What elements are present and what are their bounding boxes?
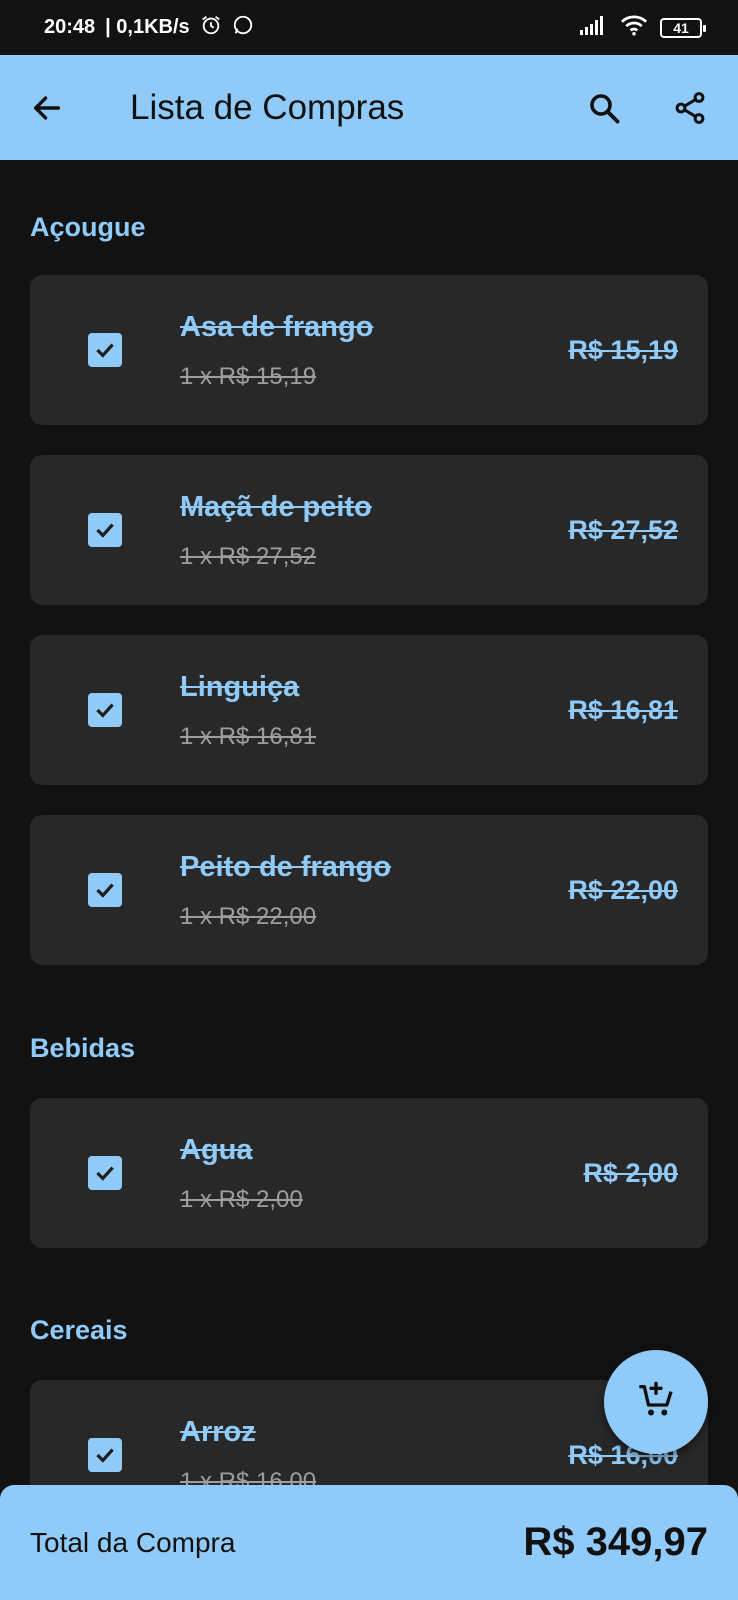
app-bar: Lista de Compras [0,55,738,160]
add-to-cart-button[interactable] [604,1350,708,1454]
wifi-icon [620,14,648,42]
section-title: Bebidas [30,1033,136,1063]
list-item[interactable]: Asa de frango 1 x R$ 15,19 R$ 15,19 [30,275,708,425]
list-item[interactable]: Linguiça 1 x R$ 16,81 R$ 16,81 [30,635,708,785]
item-quantity: 1 x R$ 16,81 [180,723,317,750]
item-quantity: 1 x R$ 2,00 [180,1186,303,1213]
item-name: Arroz [180,1416,256,1448]
status-time: 20:48 [44,16,96,38]
add-to-cart-icon [636,1380,676,1425]
section-title: Açougue [30,212,146,242]
share-icon[interactable] [672,90,708,126]
item-name: Linguiça [180,671,300,703]
checkbox-checked[interactable] [88,333,122,367]
checkbox-checked[interactable] [88,513,122,547]
list-item[interactable]: Peito de frango 1 x R$ 22,00 R$ 22,00 [30,815,708,965]
status-bar: 20:48 | 0,1KB/s 41 [0,0,738,55]
checkbox-checked[interactable] [88,1156,122,1190]
battery-level: 41 [673,19,689,36]
signal-icon [580,15,608,41]
shopping-list[interactable]: Açougue Asa de frango 1 x R$ 15,19 R$ 15… [0,160,738,1485]
arrow-left-icon[interactable] [30,91,64,125]
total-value: R$ 349,97 [523,1520,708,1564]
checkbox-checked[interactable] [88,873,122,907]
page-title: Lista de Compras [130,87,405,127]
item-price: R$ 16,81 [568,695,678,725]
alarm-icon [200,14,222,42]
item-name: Asa de frango [180,311,374,343]
item-quantity: 1 x R$ 15,19 [180,363,317,390]
list-item[interactable]: Agua 1 x R$ 2,00 R$ 2,00 [30,1098,708,1248]
checkbox-checked[interactable] [88,693,122,727]
item-quantity: 1 x R$ 22,00 [180,903,317,930]
list-item[interactable]: Maçã de peito 1 x R$ 27,52 R$ 27,52 [30,455,708,605]
total-label: Total da Compra [30,1526,236,1558]
item-price: R$ 15,19 [568,335,678,365]
battery-icon: 41 [660,17,706,38]
item-quantity: 1 x R$ 16,00 [180,1468,317,1485]
status-net-speed: | 0,1KB/s [105,16,190,38]
item-name: Maçã de peito [180,491,372,523]
item-price: R$ 27,52 [568,515,678,545]
search-icon[interactable] [586,90,622,126]
item-price: R$ 22,00 [568,875,678,905]
checkbox-checked[interactable] [88,1438,122,1472]
item-price: R$ 2,00 [583,1158,678,1188]
item-name: Agua [180,1134,253,1166]
item-quantity: 1 x R$ 27,52 [180,543,317,570]
section-title: Cereais [30,1315,128,1345]
total-bar: Total da Compra R$ 349,97 [0,1485,738,1600]
item-name: Peito de frango [180,851,392,883]
whatsapp-icon [232,14,254,42]
